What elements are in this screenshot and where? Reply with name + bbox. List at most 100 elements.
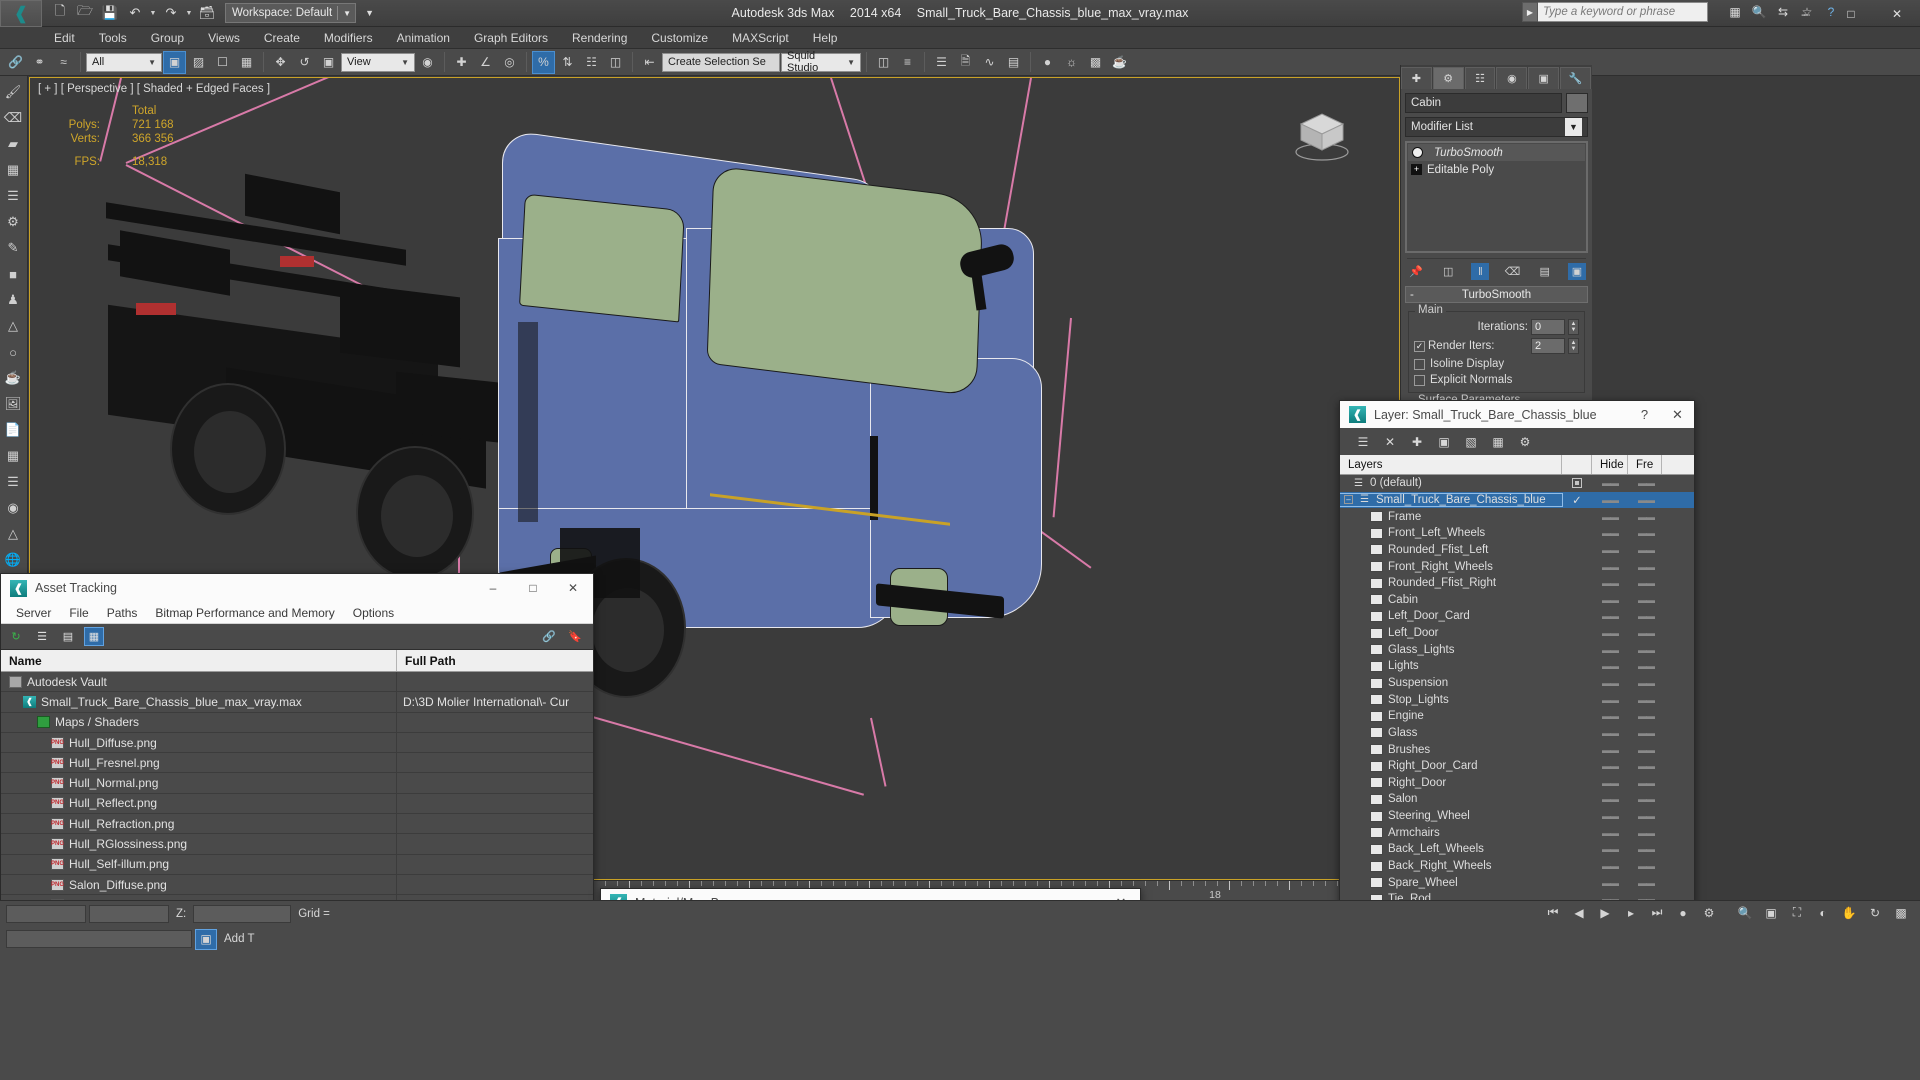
chevron-down-icon[interactable]: ▼ <box>1565 118 1582 136</box>
modifier-stack[interactable]: TurboSmooth + Editable Poly <box>1405 141 1588 253</box>
go-to-start-icon[interactable]: ⏮ <box>1542 902 1564 923</box>
light-bulb-icon[interactable] <box>1412 147 1423 158</box>
modify-tab[interactable]: ⚙ <box>1432 67 1464 89</box>
select-highlight-icon[interactable]: ▧ <box>1462 433 1480 451</box>
select-object-icon[interactable]: ▣ <box>163 50 186 74</box>
layer-object-row[interactable]: Glass_Lights ▬▬ ▬▬ <box>1340 641 1694 658</box>
field-of-view-icon[interactable]: ◐ <box>1812 902 1834 923</box>
layer-hide-cell[interactable]: ▬▬ <box>1592 778 1628 788</box>
asset-row-name-cell[interactable]: PNG Hull_Refraction.png <box>1 814 397 834</box>
layer-hide-cell[interactable]: ▬▬ <box>1592 512 1628 522</box>
layer-column-freeze[interactable]: Fre <box>1628 455 1662 474</box>
layer-column-current[interactable] <box>1562 455 1592 474</box>
topology-icon[interactable]: △ <box>0 313 26 339</box>
show-result-toggle-icon[interactable]: ▣ <box>1567 263 1586 280</box>
layer-hide-cell[interactable]: ▬▬ <box>1592 861 1628 871</box>
explicit-normals-row[interactable]: Explicit Normals <box>1414 374 1579 386</box>
turbosmooth-rollup-header[interactable]: - TurboSmooth <box>1405 286 1588 303</box>
layer-freeze-cell[interactable]: ▬▬ <box>1628 611 1664 621</box>
layer-freeze-cell[interactable]: ▬▬ <box>1628 695 1664 705</box>
layer-freeze-cell[interactable]: ▬▬ <box>1628 711 1664 721</box>
layer-freeze-cell[interactable]: ▬▬ <box>1628 778 1664 788</box>
favorite-star-icon[interactable]: ☆ <box>1796 2 1818 22</box>
layer-name-cell[interactable]: Rounded_Ffist_Right <box>1340 577 1562 589</box>
window-crossing-icon[interactable]: ▦ <box>235 51 258 74</box>
select-link-icon[interactable]: 🔗 <box>4 51 27 74</box>
layer-name-cell[interactable]: Brushes <box>1340 744 1562 756</box>
view-cube[interactable] <box>1289 102 1355 162</box>
select-region-rect-icon[interactable]: ☐ <box>211 51 234 74</box>
layer-object-row[interactable]: Frame ▬▬ ▬▬ <box>1340 508 1694 525</box>
key-mode-icon[interactable]: ● <box>1672 902 1694 923</box>
y-coordinate-field[interactable] <box>89 904 169 923</box>
maximize-viewport-icon[interactable]: ▩ <box>1890 902 1912 923</box>
go-to-end-icon[interactable]: ⏭ <box>1646 902 1668 923</box>
modifier-list-dropdown[interactable]: Modifier List ▼ <box>1405 117 1588 137</box>
asset-row[interactable]: PNG Hull_Reflect.png <box>1 793 593 815</box>
layer-name-cell[interactable]: Frame <box>1340 511 1562 523</box>
object-color-swatch[interactable] <box>1566 93 1588 113</box>
table-icon[interactable]: ▦ <box>0 443 26 469</box>
menu-item-views[interactable]: Views <box>196 29 252 47</box>
layer-freeze-cell[interactable]: ▬▬ <box>1628 745 1664 755</box>
layer-object-row[interactable]: Left_Door ▬▬ ▬▬ <box>1340 625 1694 642</box>
menu-item-modifiers[interactable]: Modifiers <box>312 29 385 47</box>
list-view-icon[interactable]: ☰ <box>32 627 52 646</box>
percent-snap-icon[interactable]: % <box>532 50 555 74</box>
layer-name-cell[interactable]: Spare_Wheel <box>1340 877 1562 889</box>
viewport-label[interactable]: [ + ] [ Perspective ] [ Shaded + Edged F… <box>38 83 270 95</box>
remove-modifier-icon[interactable]: ⌫ <box>1504 263 1522 280</box>
layer-object-row[interactable]: Front_Right_Wheels ▬▬ ▬▬ <box>1340 558 1694 575</box>
zoom-icon[interactable]: 🔍 <box>1734 902 1756 923</box>
layer-name-cell[interactable]: Left_Door <box>1340 627 1562 639</box>
curve-editor-icon[interactable]: ∿ <box>978 51 1001 74</box>
save-file-icon[interactable]: 💾 <box>99 3 121 24</box>
layer-name-cell[interactable]: Front_Right_Wheels <box>1340 561 1562 573</box>
layer-object-row[interactable]: Cabin ▬▬ ▬▬ <box>1340 591 1694 608</box>
asset-menu-paths[interactable]: Paths <box>98 606 147 620</box>
layer-freeze-cell[interactable]: ▬▬ <box>1628 678 1664 688</box>
menu-item-edit[interactable]: Edit <box>42 29 87 47</box>
x-coordinate-field[interactable] <box>6 904 86 923</box>
poly-draw-icon[interactable]: ▰ <box>0 131 26 157</box>
iterations-spinner[interactable]: ▲ ▼ <box>1568 319 1579 335</box>
asset-menu-options[interactable]: Options <box>344 606 403 620</box>
layer-hide-cell[interactable]: ▬▬ <box>1592 578 1628 588</box>
layer-hide-cell[interactable]: ▬▬ <box>1592 661 1628 671</box>
asset-row[interactable]: Autodesk Vault <box>1 672 593 693</box>
menu-item-animation[interactable]: Animation <box>385 29 462 47</box>
layer-hide-cell[interactable]: ▬▬ <box>1592 528 1628 538</box>
layer-close-button[interactable]: ✕ <box>1661 401 1694 428</box>
loop-tools-icon[interactable]: ○ <box>0 339 26 365</box>
mirror-tool-icon[interactable]: ◫ <box>872 51 895 74</box>
layer-name-cell[interactable]: Glass_Lights <box>1340 644 1562 656</box>
layer-freeze-cell[interactable]: ▬▬ <box>1628 545 1664 555</box>
selection-brush-icon[interactable]: ✎ <box>0 235 26 261</box>
asset-minimize-button[interactable]: – <box>473 574 513 602</box>
layer-name-cell[interactable]: Steering_Wheel <box>1340 810 1562 822</box>
layer-name-cell[interactable]: Front_Left_Wheels <box>1340 527 1562 539</box>
undo-icon[interactable]: ↶ <box>124 3 146 24</box>
chevron-down-icon[interactable]: ▼ <box>145 58 159 67</box>
asset-row-name-cell[interactable]: PNG Hull_Diffuse.png <box>1 732 397 753</box>
layer-name-cell[interactable]: Engine <box>1340 710 1562 722</box>
layer-object-row[interactable]: Back_Left_Wheels ▬▬ ▬▬ <box>1340 841 1694 858</box>
isoline-display-row[interactable]: Isoline Display <box>1414 358 1579 370</box>
layer-freeze-cell[interactable]: ▬▬ <box>1628 495 1664 505</box>
layer-freeze-cell[interactable]: ▬▬ <box>1628 628 1664 638</box>
asset-row-name-cell[interactable]: PNG Hull_Reflect.png <box>1 793 397 814</box>
layer-name-cell[interactable]: Stop_Lights <box>1340 694 1562 706</box>
select-by-name-icon[interactable]: ▨ <box>187 51 210 74</box>
layer-name-cell[interactable]: Back_Left_Wheels <box>1340 843 1562 855</box>
populate-icon[interactable]: ♟ <box>0 287 26 313</box>
layer-hide-cell[interactable]: ▬▬ <box>1592 811 1628 821</box>
asset-row-name-cell[interactable]: PNG Hull_Fresnel.png <box>1 753 397 773</box>
refresh-icon[interactable]: ↻ <box>6 627 26 646</box>
asset-row[interactable]: PNG Hull_Normal.png <box>1 773 593 794</box>
redo-dropdown-icon[interactable]: ▼ <box>185 10 193 17</box>
new-file-icon[interactable]: 🗋 <box>49 3 71 24</box>
layer-freeze-cell[interactable]: ▬▬ <box>1628 878 1664 888</box>
next-frame-icon[interactable]: ▸ <box>1620 902 1642 923</box>
layer-hide-cell[interactable]: ▬▬ <box>1592 478 1628 488</box>
layer-name-cell[interactable]: Armchairs <box>1340 827 1562 839</box>
